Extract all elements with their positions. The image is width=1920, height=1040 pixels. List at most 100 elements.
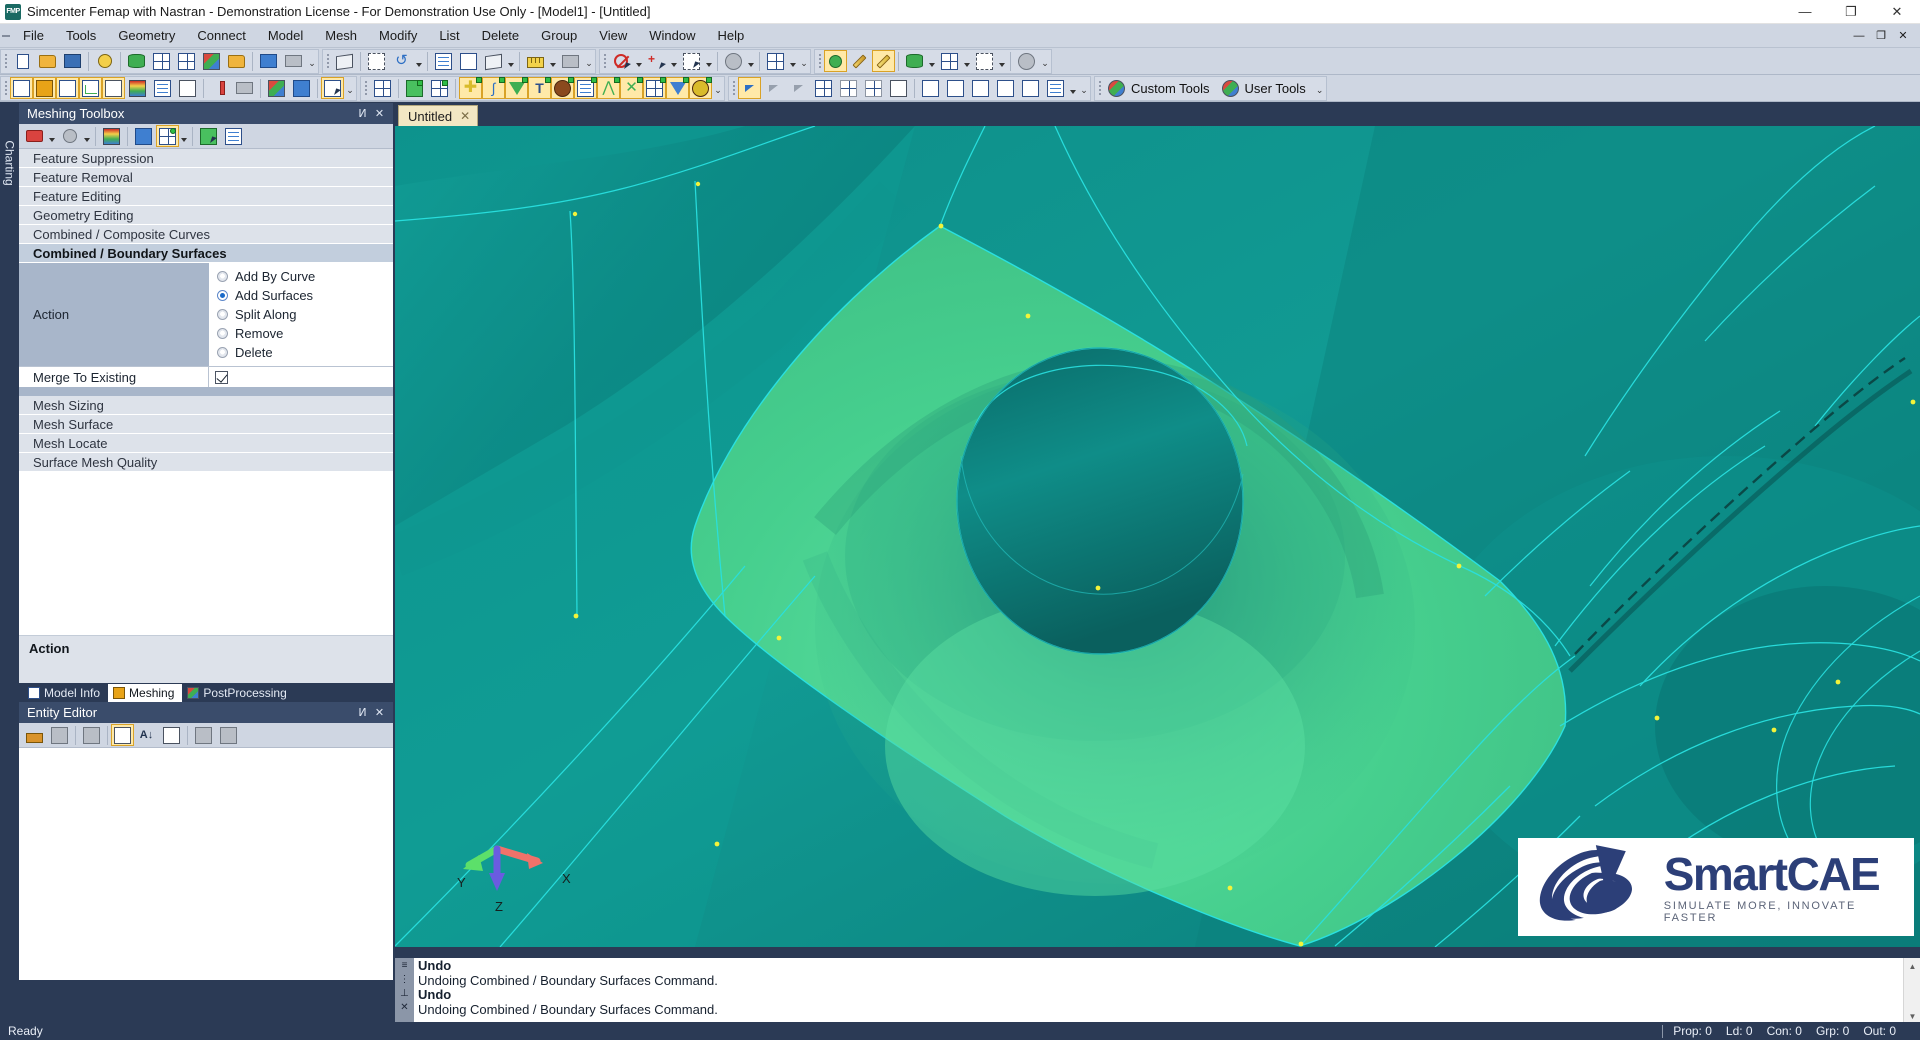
view-box-dropdown-icon[interactable] <box>506 50 516 72</box>
menu-item-file[interactable]: File <box>12 24 55 48</box>
message-pin-icon[interactable]: ⊥ <box>400 988 409 999</box>
solid-green-icon[interactable] <box>403 77 426 99</box>
mesh-flag-outline-icon[interactable] <box>762 77 785 99</box>
mesh-toolbox-show-icon[interactable] <box>156 125 179 147</box>
message-menu-dots-icon[interactable]: ⋮ <box>400 974 410 985</box>
edit-pencil-icon[interactable] <box>848 50 871 72</box>
create-mesh-icon[interactable] <box>643 77 666 99</box>
select-none-dropdown-icon[interactable] <box>746 50 756 72</box>
mesh-toolbox-tools-dropdown-icon[interactable] <box>47 125 57 147</box>
measure-dropdown-icon[interactable] <box>548 50 558 72</box>
import-geometry-icon[interactable] <box>125 50 148 72</box>
entity-editor-refresh-icon[interactable] <box>80 724 103 746</box>
toolbar-overflow-icon[interactable]: ⌄ <box>1314 77 1326 99</box>
toolbar-overflow-icon[interactable]: ⌄ <box>1039 50 1051 72</box>
merge-to-existing-checkbox[interactable] <box>215 370 228 384</box>
clipboard-copy-icon[interactable] <box>290 77 313 99</box>
mesh-visibility-icon[interactable] <box>938 50 961 72</box>
mesh-toolbox-pick-icon[interactable] <box>197 125 220 147</box>
mesh-toolbox-target-icon[interactable] <box>58 125 81 147</box>
create-paint-icon[interactable] <box>689 77 712 99</box>
mesh-visibility-dropdown-icon[interactable] <box>962 50 972 72</box>
mt-radio-delete[interactable]: Delete <box>217 343 393 362</box>
import-results-icon[interactable] <box>200 50 223 72</box>
region-visibility-dropdown-icon[interactable] <box>997 50 1007 72</box>
create-property-icon[interactable] <box>574 77 597 99</box>
entity-editor-expand-icon[interactable] <box>160 724 183 746</box>
entity-editor-save-icon[interactable] <box>217 724 240 746</box>
mdi-restore-button[interactable]: ❐ <box>1870 26 1892 46</box>
window-maximize-button[interactable]: ❐ <box>1828 0 1874 24</box>
charting-pane-icon[interactable] <box>79 77 102 99</box>
mdi-minimize-button[interactable]: — <box>1848 26 1870 46</box>
view-select-icon[interactable] <box>457 50 480 72</box>
menu-item-connect[interactable]: Connect <box>186 24 256 48</box>
mt-section-mesh-surface[interactable]: Mesh Surface <box>19 415 393 434</box>
measure-tool-icon[interactable] <box>208 77 231 99</box>
mesh-quad-icon[interactable] <box>812 77 835 99</box>
toolbar-grip[interactable] <box>1 50 10 72</box>
mdi-close-button[interactable]: ✕ <box>1892 26 1914 46</box>
message-list[interactable]: Undo Undoing Combined / Boundary Surface… <box>414 958 1903 1025</box>
mt-section-feature-editing[interactable]: Feature Editing <box>19 187 393 206</box>
menu-item-delete[interactable]: Delete <box>471 24 531 48</box>
create-load-icon[interactable]: ✕ <box>620 77 643 99</box>
layers-icon[interactable] <box>265 77 288 99</box>
mt-section-mesh-sizing[interactable]: Mesh Sizing <box>19 396 393 415</box>
region-visibility-icon[interactable] <box>973 50 996 72</box>
box-select-dropdown-icon[interactable] <box>704 50 714 72</box>
create-coord-icon[interactable] <box>666 77 689 99</box>
print-icon[interactable] <box>282 50 305 72</box>
mesh-export-icon[interactable] <box>1019 77 1042 99</box>
box-select-icon[interactable] <box>680 50 703 72</box>
erase-icon[interactable] <box>872 50 895 72</box>
menu-item-tools[interactable]: Tools <box>55 24 107 48</box>
mesh-refine-icon[interactable] <box>969 77 992 99</box>
menu-item-mesh[interactable]: Mesh <box>314 24 368 48</box>
results-legend-icon[interactable] <box>126 77 149 99</box>
menu-item-geometry[interactable]: Geometry <box>107 24 186 48</box>
entity-editor-categorize-icon[interactable] <box>111 724 134 746</box>
toolbar-overflow-icon[interactable]: ⌄ <box>344 77 356 99</box>
meshing-toolbox-close-icon[interactable]: ✕ <box>372 106 387 122</box>
toolbar-grip[interactable] <box>323 50 332 72</box>
entity-editor-lock-icon[interactable] <box>23 724 46 746</box>
entity-editor-close-icon[interactable]: ✕ <box>372 705 387 721</box>
api-pane-icon[interactable] <box>151 77 174 99</box>
model-info-pane-icon[interactable] <box>10 77 33 99</box>
mt-section-combined-composite-curves[interactable]: Combined / Composite Curves <box>19 225 393 244</box>
menu-grip-handle[interactable] <box>0 24 12 48</box>
entity-editor-pane-icon[interactable] <box>56 77 79 99</box>
create-curve-icon[interactable]: ∫ <box>482 77 505 99</box>
select-none-icon[interactable] <box>722 50 745 72</box>
menu-item-modify[interactable]: Modify <box>368 24 428 48</box>
pick-entity-icon[interactable] <box>321 77 344 99</box>
mesh-fine-grid-icon[interactable] <box>887 77 910 99</box>
toolbar-grip[interactable] <box>815 50 824 72</box>
message-close-icon[interactable]: ✕ <box>400 1002 408 1013</box>
entity-editor-sort-az-icon[interactable]: A↓ <box>135 724 158 746</box>
copy-mesh-icon[interactable] <box>919 77 942 99</box>
mesh-report-icon[interactable] <box>1044 77 1067 99</box>
mesh-toolbox-list-icon[interactable] <box>222 125 245 147</box>
preferences-gear-icon[interactable] <box>93 50 116 72</box>
meshing-toolbox-pin-icon[interactable]: ⵍ <box>355 106 370 122</box>
toolbar-overflow-icon[interactable]: ⌄ <box>306 50 318 72</box>
mt-section-mesh-locate[interactable]: Mesh Locate <box>19 434 393 453</box>
toolbar-grip[interactable] <box>1095 77 1104 99</box>
mesh-toolbox-show-dropdown-icon[interactable] <box>179 125 189 147</box>
menu-item-model[interactable]: Model <box>257 24 314 48</box>
custom-tools-label[interactable]: Custom Tools <box>1129 81 1218 96</box>
mt-radio-add-by-curve[interactable]: Add By Curve <box>217 267 393 286</box>
trash-icon[interactable] <box>233 77 256 99</box>
view-options-list-icon[interactable] <box>432 50 455 72</box>
mt-section-feature-removal[interactable]: Feature Removal <box>19 168 393 187</box>
picture-copy-icon[interactable] <box>257 50 280 72</box>
toolbar-overflow-icon[interactable]: ⌄ <box>1078 77 1090 99</box>
measure-ruler-icon[interactable] <box>524 50 547 72</box>
toolbar-overflow-icon[interactable]: ⌄ <box>798 50 810 72</box>
toolbar-grip[interactable] <box>361 77 370 99</box>
meshing-toolbox-pane-icon[interactable] <box>33 77 56 99</box>
toolbar-grip[interactable] <box>600 50 609 72</box>
menu-item-window[interactable]: Window <box>638 24 706 48</box>
